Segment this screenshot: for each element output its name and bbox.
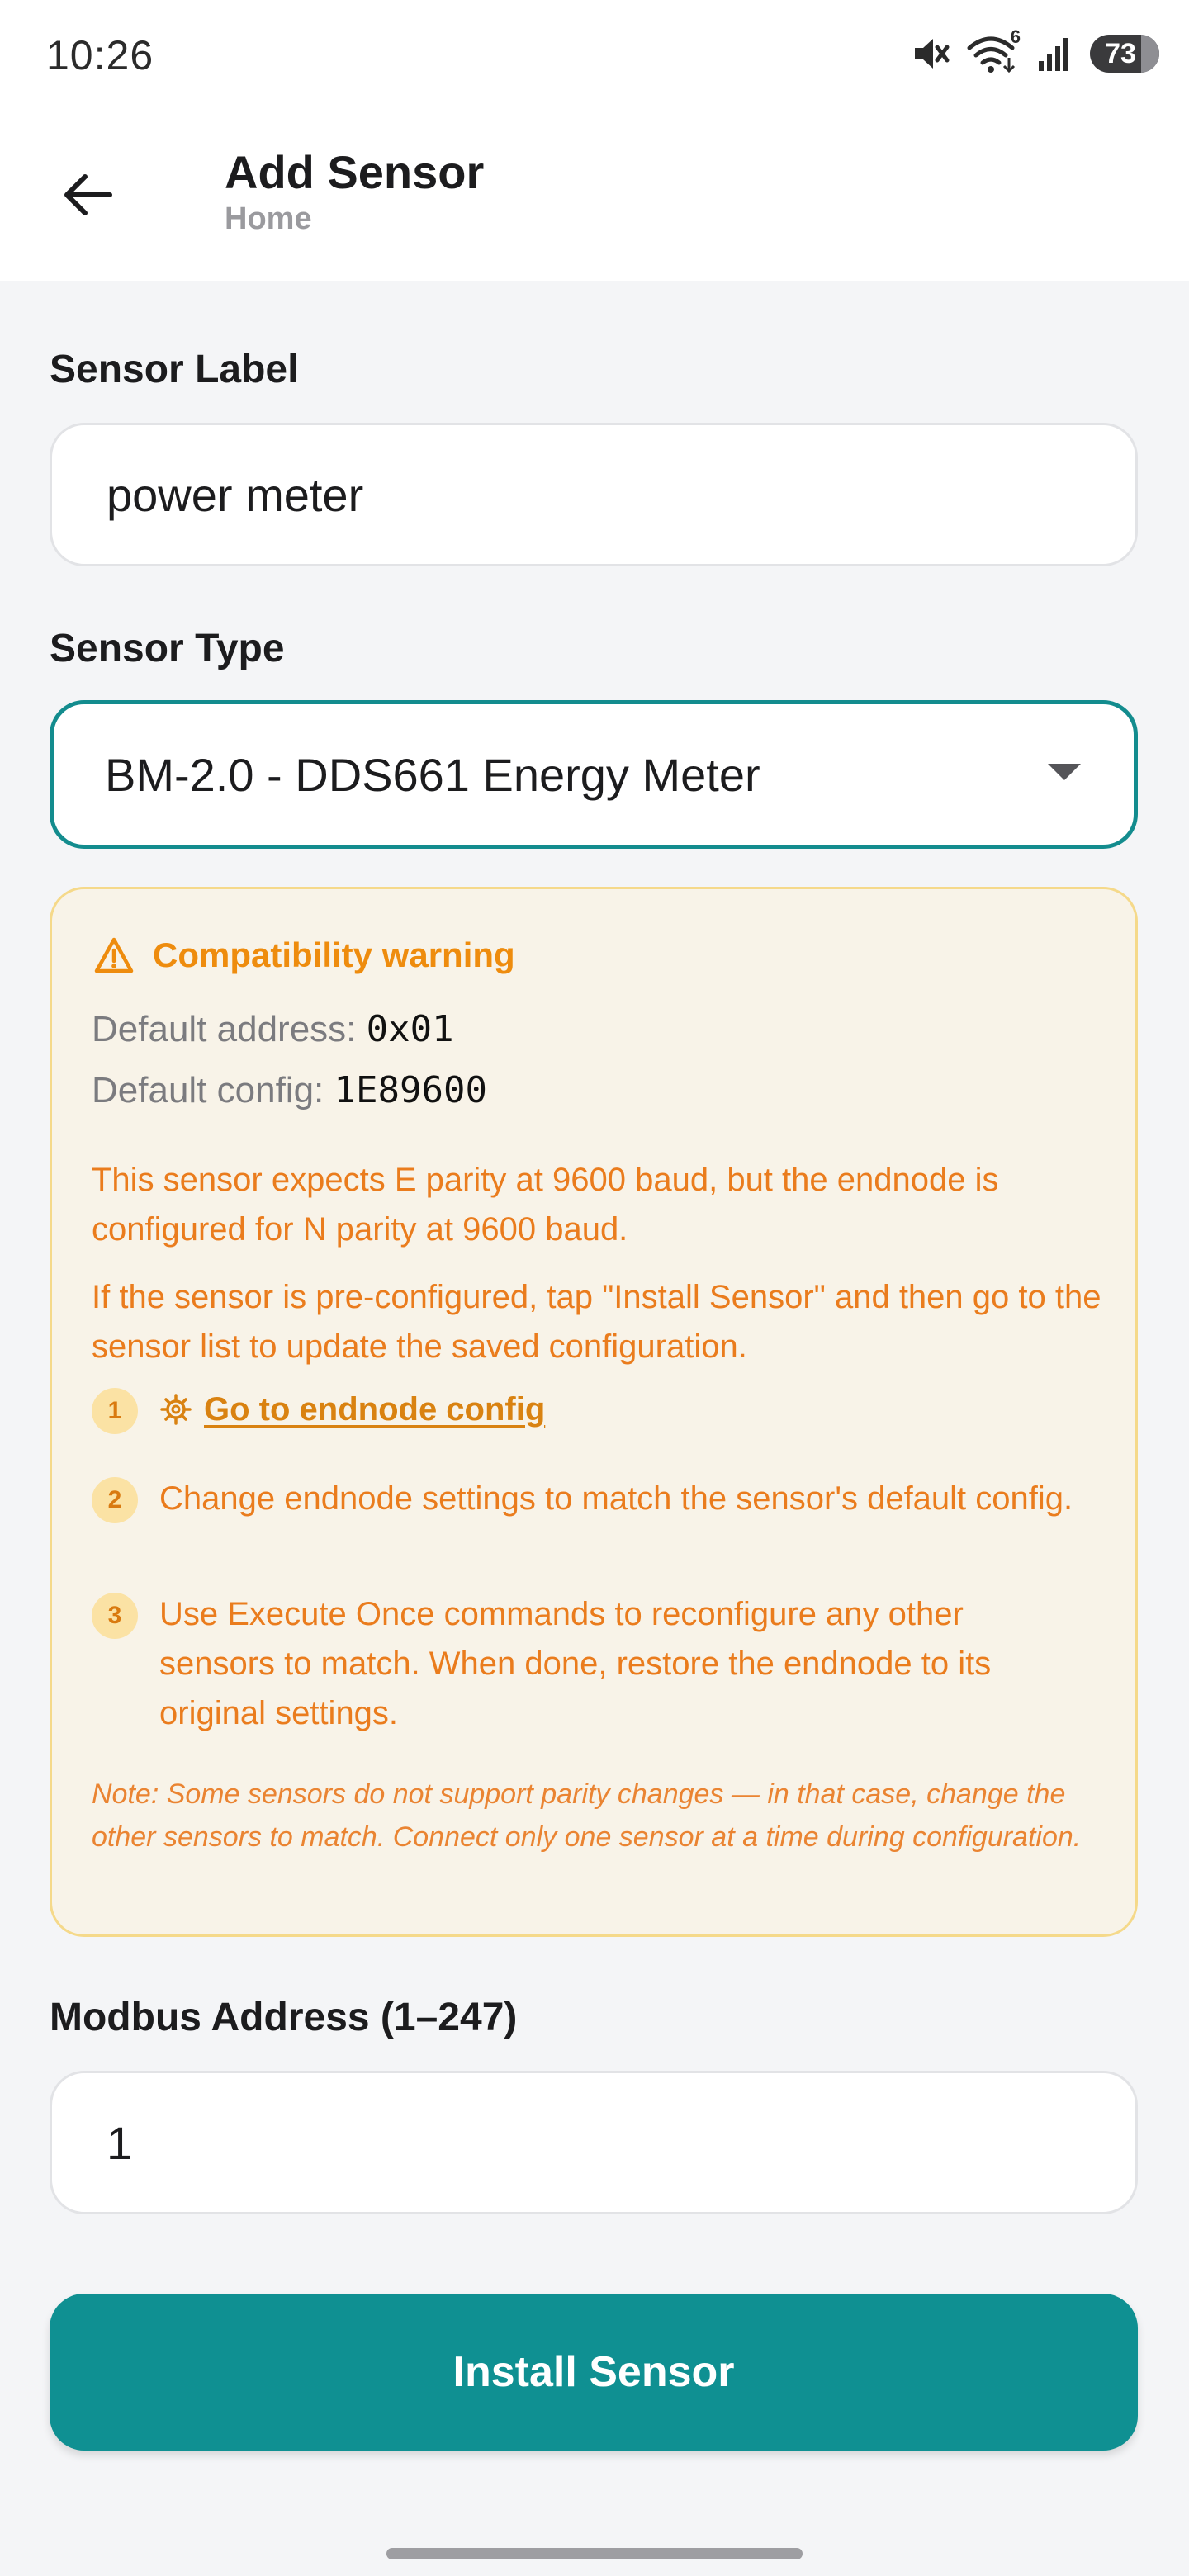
step-item: 3 Use Execute Once commands to reconfigu…	[92, 1589, 1107, 1738]
step-text: Use Execute Once commands to reconfigure…	[159, 1596, 992, 1731]
page-title: Add Sensor	[225, 146, 485, 198]
default-config-row: Default config: 1E89600	[92, 1069, 487, 1111]
status-icons: 6 73	[910, 26, 1159, 74]
step-item: 1 Go to endnode config	[92, 1385, 1107, 1434]
step-item: 2 Change endnode settings to match the s…	[92, 1474, 1107, 1523]
battery-icon: 73	[1090, 35, 1159, 73]
step-number: 2	[92, 1477, 138, 1523]
modbus-address-input[interactable]: 1	[50, 2071, 1138, 2214]
default-config-label: Default config:	[92, 1070, 324, 1110]
home-indicator[interactable]	[386, 2548, 803, 2559]
endnode-config-link-text: Go to endnode config	[204, 1390, 546, 1428]
compatibility-warning-card: Compatibility warning Default address: 0…	[50, 887, 1138, 1937]
back-button[interactable]	[46, 154, 129, 236]
back-arrow-icon	[64, 174, 112, 215]
default-address-row: Default address: 0x01	[92, 1008, 454, 1050]
default-address-value: 0x01	[366, 1008, 454, 1050]
battery-level: 73	[1105, 37, 1136, 69]
sensor-type-select[interactable]: BM-2.0 - DDS661 Energy Meter	[50, 700, 1138, 849]
page-subtitle: Home	[225, 201, 312, 236]
warning-note: Note: Some sensors do not support parity…	[92, 1778, 1082, 1853]
sensor-label-heading: Sensor Label	[50, 348, 299, 391]
step-text: Change endnode settings to match the sen…	[159, 1480, 1073, 1517]
modbus-address-value: 1	[107, 2116, 133, 2169]
step-number: 1	[92, 1388, 138, 1434]
wifi-badge: 6	[1010, 26, 1021, 47]
endnode-config-link[interactable]: Go to endnode config	[159, 1385, 545, 1434]
warning-triangle-icon	[94, 937, 134, 973]
modbus-address-heading: Modbus Address (1–247)	[50, 1996, 518, 2039]
step-number: 3	[92, 1593, 138, 1639]
warning-paragraph-preconfigured: If the sensor is pre-configured, tap "In…	[92, 1279, 1101, 1365]
sensor-label-value: power meter	[107, 468, 364, 521]
wifi-icon: 6	[966, 26, 1021, 74]
chevron-down-icon	[1048, 764, 1081, 780]
install-sensor-button[interactable]: Install Sensor	[50, 2294, 1138, 2451]
default-address-label: Default address:	[92, 1009, 357, 1049]
sensor-label-input[interactable]: power meter	[50, 423, 1138, 566]
warning-header: Compatibility warning	[93, 935, 515, 975]
signal-icon	[1035, 35, 1075, 73]
warning-paragraph-parity: This sensor expects E parity at 9600 bau…	[92, 1162, 999, 1248]
status-bar: 10:26 6 73	[0, 0, 1189, 112]
warning-title: Compatibility warning	[153, 935, 515, 974]
status-time: 10:26	[46, 32, 154, 78]
sensor-type-value: BM-2.0 - DDS661 Energy Meter	[105, 748, 760, 801]
gear-icon	[160, 1394, 192, 1425]
sensor-type-heading: Sensor Type	[50, 627, 285, 670]
app-bar: Add Sensor Home	[0, 112, 1189, 281]
default-config-value: 1E89600	[334, 1069, 487, 1111]
mute-icon	[910, 33, 951, 74]
